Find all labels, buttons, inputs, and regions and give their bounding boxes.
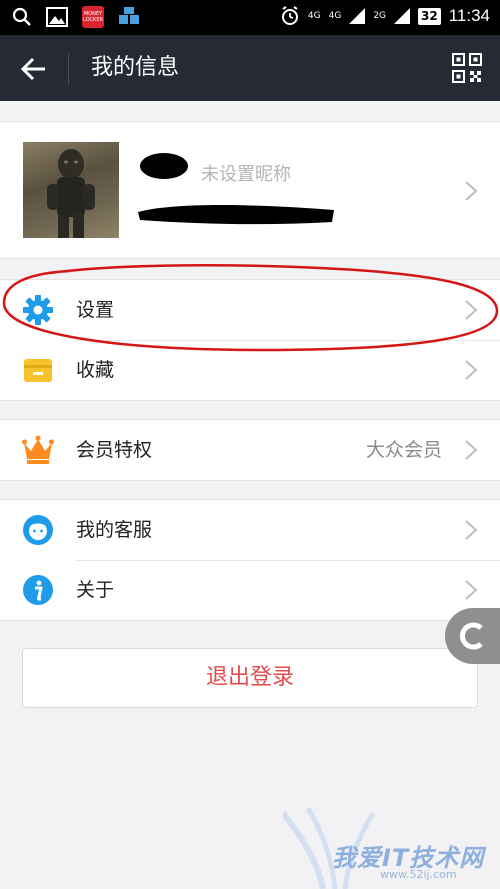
help-group: 我的客服 关于 bbox=[0, 499, 500, 621]
alarm-icon bbox=[281, 6, 298, 25]
redacted-id-scribble bbox=[138, 205, 334, 225]
floating-c-icon bbox=[460, 622, 483, 650]
battery-level: 32 bbox=[418, 7, 441, 25]
crown-icon bbox=[22, 435, 54, 464]
settings-label: 设置 bbox=[76, 299, 115, 321]
membership-level: 大众会员 bbox=[365, 439, 442, 461]
network-type-3: 2G bbox=[373, 10, 387, 21]
app-icon bbox=[119, 7, 139, 24]
customer-service-icon bbox=[23, 515, 53, 545]
chevron-right-icon bbox=[465, 181, 478, 201]
money-locker-icon: MONEY LOCKER bbox=[82, 6, 104, 28]
logout-button[interactable]: 退出登录 bbox=[22, 648, 478, 708]
gallery-icon bbox=[46, 7, 68, 27]
info-icon bbox=[23, 575, 53, 605]
page-title: 我的信息 bbox=[91, 55, 180, 80]
chevron-right-icon bbox=[465, 300, 478, 320]
about-row[interactable]: 关于 bbox=[0, 560, 500, 620]
nickname-placeholder: 未设置昵称 bbox=[201, 164, 291, 185]
settings-row[interactable]: 设置 bbox=[0, 280, 500, 340]
membership-row[interactable]: 会员特权 大众会员 bbox=[0, 420, 500, 480]
avatar-statue-image bbox=[47, 149, 95, 238]
customer-service-row[interactable]: 我的客服 bbox=[0, 500, 500, 560]
title-bar: 我的信息 bbox=[0, 35, 500, 101]
membership-group: 会员特权 大众会员 bbox=[0, 419, 500, 481]
network-type-2: 4G bbox=[328, 10, 342, 21]
redacted-name-scribble bbox=[140, 153, 188, 179]
network-type-1: 4G bbox=[307, 10, 321, 21]
favorites-label: 收藏 bbox=[76, 359, 115, 381]
about-label: 关于 bbox=[76, 579, 115, 601]
watermark-url: www.52ij.com bbox=[380, 868, 457, 881]
favorites-row[interactable]: 收藏 bbox=[0, 340, 500, 400]
status-bar: MONEY LOCKER 4G 4G 2G 32 11:34 bbox=[0, 0, 500, 35]
qr-code-icon[interactable] bbox=[452, 53, 482, 83]
chevron-right-icon bbox=[465, 580, 478, 600]
settings-group: 设置 收藏 bbox=[0, 279, 500, 401]
title-divider bbox=[68, 53, 69, 85]
membership-label: 会员特权 bbox=[76, 439, 153, 461]
chevron-right-icon bbox=[465, 520, 478, 540]
folder-icon bbox=[24, 359, 52, 382]
avatar[interactable] bbox=[23, 142, 119, 238]
status-time: 11:34 bbox=[448, 6, 490, 25]
arrow-left-icon[interactable] bbox=[18, 53, 50, 85]
signal-icon-2 bbox=[394, 8, 411, 24]
signal-icon bbox=[349, 8, 366, 24]
search-icon bbox=[12, 7, 31, 26]
chevron-right-icon bbox=[465, 440, 478, 460]
floating-assistant-button[interactable] bbox=[445, 608, 500, 664]
customer-service-label: 我的客服 bbox=[76, 519, 153, 541]
gear-icon bbox=[23, 295, 53, 325]
profile-card[interactable]: 未设置昵称 bbox=[0, 121, 500, 259]
chevron-right-icon bbox=[465, 360, 478, 380]
